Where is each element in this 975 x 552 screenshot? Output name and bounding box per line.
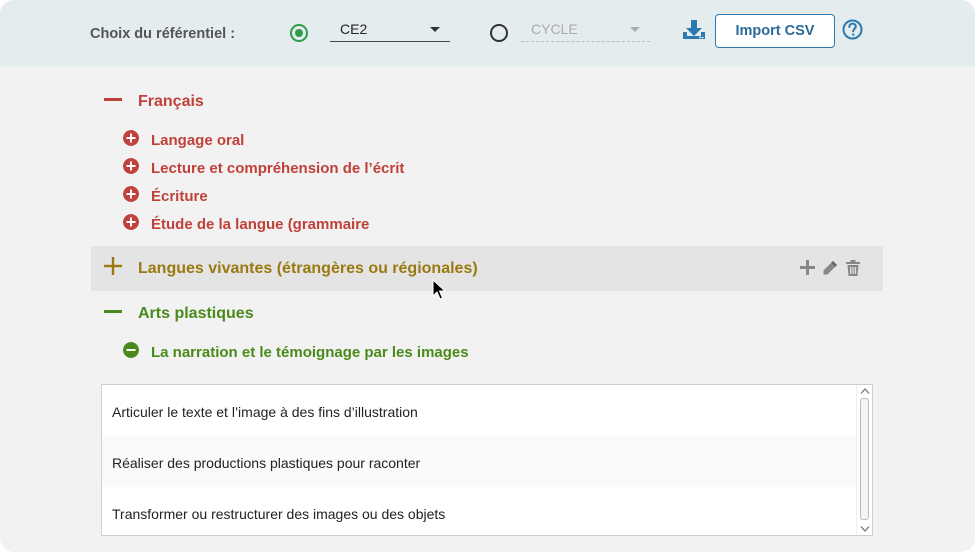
- row-actions: [800, 260, 864, 278]
- scroll-thumb[interactable]: [860, 398, 869, 520]
- toolbar: Choix du référentiel : CE2 CYCLE Import …: [0, 0, 975, 67]
- collapse-minus-icon[interactable]: [123, 342, 139, 358]
- radio-cycle[interactable]: [490, 24, 508, 42]
- list-item[interactable]: Réaliser des productions plastiques pour…: [102, 436, 857, 487]
- sub-item-etude-langue[interactable]: Étude de la langue (grammaire: [151, 216, 369, 233]
- help-icon[interactable]: [842, 19, 863, 40]
- chevron-down-icon: [630, 27, 640, 32]
- scroll-down-icon[interactable]: [860, 525, 870, 533]
- list-item-label: Transformer ou restructurer des images o…: [112, 506, 446, 522]
- section-title-francais[interactable]: Français: [138, 93, 204, 111]
- competency-list: Articuler le texte et l’image à des fins…: [101, 384, 873, 536]
- radio-level[interactable]: [290, 24, 308, 42]
- cycle-select-value: CYCLE: [531, 21, 578, 37]
- plus-icon[interactable]: [800, 260, 815, 275]
- list-item-label: Articuler le texte et l’image à des fins…: [112, 404, 418, 420]
- chevron-down-icon: [430, 27, 440, 32]
- sub-item-ecriture[interactable]: Écriture: [151, 188, 208, 205]
- sub-item-narration[interactable]: La narration et le témoignage par les im…: [151, 344, 469, 361]
- expand-plus-icon[interactable]: [123, 186, 139, 202]
- section-title-arts-plastiques[interactable]: Arts plastiques: [138, 305, 254, 323]
- sub-item-langage-oral[interactable]: Langage oral: [151, 132, 244, 149]
- app-frame: Choix du référentiel : CE2 CYCLE Import …: [0, 0, 975, 552]
- expand-plus-icon[interactable]: [123, 130, 139, 146]
- trash-icon[interactable]: [846, 260, 860, 276]
- list-item[interactable]: Transformer ou restructurer des images o…: [102, 487, 857, 538]
- level-select[interactable]: CE2: [330, 18, 450, 42]
- cycle-select[interactable]: CYCLE: [521, 18, 650, 42]
- sub-item-lecture[interactable]: Lecture et compréhension de l’écrit: [151, 160, 404, 177]
- list-item[interactable]: Articuler le texte et l’image à des fins…: [102, 385, 857, 436]
- level-select-value: CE2: [340, 21, 368, 37]
- expand-plus-icon[interactable]: [104, 257, 122, 275]
- import-csv-button[interactable]: Import CSV: [715, 14, 835, 48]
- section-title-langues-vivantes[interactable]: Langues vivantes (étrangères ou régional…: [138, 260, 478, 278]
- collapse-icon[interactable]: [104, 98, 122, 101]
- expand-plus-icon[interactable]: [123, 158, 139, 174]
- collapse-icon[interactable]: [104, 310, 122, 313]
- referential-label: Choix du référentiel :: [90, 26, 236, 42]
- scroll-up-icon[interactable]: [860, 387, 870, 395]
- expand-plus-icon[interactable]: [123, 214, 139, 230]
- list-item-label: Réaliser des productions plastiques pour…: [112, 455, 421, 471]
- pencil-icon[interactable]: [822, 260, 838, 276]
- mouse-cursor-icon: [432, 279, 446, 300]
- download-icon[interactable]: [682, 19, 706, 41]
- scrollbar[interactable]: [856, 385, 872, 535]
